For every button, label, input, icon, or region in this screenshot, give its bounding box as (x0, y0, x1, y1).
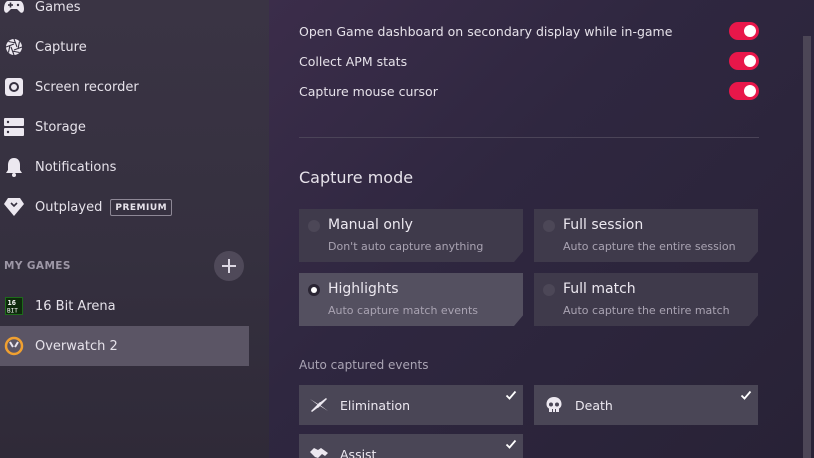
event-death[interactable]: Death (534, 385, 758, 425)
auto-captured-events-heading: Auto captured events (299, 358, 429, 372)
mode-full-match[interactable]: Full match Auto capture the entire match (534, 273, 758, 326)
svg-text:BIT: BIT (7, 308, 18, 315)
event-label: Assist (340, 446, 377, 458)
sidebar-item-label: Capture (35, 39, 87, 55)
event-label: Death (575, 397, 613, 413)
sidebar-item-label: Notifications (35, 159, 117, 175)
crossed-guns-icon (308, 394, 330, 416)
toggle-row-apm-stats: Collect APM stats (299, 50, 759, 72)
sidebar-item-capture[interactable]: Capture (0, 27, 249, 67)
sidebar-item-label: Screen recorder (35, 79, 139, 95)
toggle-row-secondary-display: Open Game dashboard on secondary display… (299, 20, 759, 42)
sidebar-item-label: Games (35, 0, 81, 15)
plus-icon (222, 259, 236, 273)
scrollbar[interactable] (803, 36, 811, 458)
radio-button[interactable] (308, 220, 320, 232)
overwatch-icon (4, 336, 24, 356)
sidebar-item-games[interactable]: Games (0, 0, 249, 27)
game-item-overwatch-2[interactable]: Overwatch 2 (0, 326, 249, 366)
record-icon (4, 77, 24, 97)
sidebar-item-outplayed[interactable]: Outplayed PREMIUM (0, 187, 249, 227)
checkmark-icon (505, 439, 517, 449)
toggle-label: Capture mouse cursor (299, 83, 438, 99)
mode-title: Full match (563, 281, 636, 297)
aperture-icon (4, 37, 24, 57)
mode-manual-only[interactable]: Manual only Don't auto capture anything (299, 209, 523, 262)
premium-badge: PREMIUM (110, 198, 173, 216)
radio-button-selected[interactable] (308, 284, 320, 296)
event-assist[interactable]: Assist (299, 434, 523, 458)
mode-title: Full session (563, 217, 644, 233)
checkmark-icon (505, 390, 517, 400)
toggle-label: Collect APM stats (299, 53, 408, 69)
my-games-heading: MY GAMES (4, 260, 71, 272)
sidebar-item-label: Outplayed (35, 199, 103, 215)
divider (299, 137, 759, 138)
checkmark-icon (740, 390, 752, 400)
settings-panel: Open Game dashboard on secondary display… (269, 0, 814, 458)
capture-mode-heading: Capture mode (299, 168, 414, 187)
mode-title: Manual only (328, 217, 413, 233)
mode-subtitle: Auto capture the entire match (563, 304, 730, 317)
sidebar: Games Capture Screen recorder Storage No… (0, 0, 269, 458)
storage-icon (4, 117, 24, 137)
add-game-button[interactable] (214, 251, 244, 281)
sidebar-item-storage[interactable]: Storage (0, 107, 249, 147)
game-item-16-bit-arena[interactable]: 16 BIT 16 Bit Arena (0, 286, 249, 326)
radio-button[interactable] (543, 220, 555, 232)
toggle-row-mouse-cursor: Capture mouse cursor (299, 80, 759, 102)
mode-subtitle: Auto capture the entire session (563, 240, 736, 253)
bell-icon (4, 157, 24, 177)
radio-button[interactable] (543, 284, 555, 296)
event-elimination[interactable]: Elimination (299, 385, 523, 425)
gamepad-icon (4, 0, 24, 17)
sidebar-item-notifications[interactable]: Notifications (0, 147, 249, 187)
mouse-cursor-toggle[interactable] (729, 82, 759, 100)
mode-subtitle: Don't auto capture anything (328, 240, 484, 253)
sidebar-item-label: Storage (35, 119, 86, 135)
mode-highlights[interactable]: Highlights Auto capture match events (299, 273, 523, 326)
16bit-arena-icon: 16 BIT (4, 296, 24, 316)
sidebar-item-screen-recorder[interactable]: Screen recorder (0, 67, 249, 107)
mode-subtitle: Auto capture match events (328, 304, 478, 317)
toggle-label: Open Game dashboard on secondary display… (299, 23, 673, 39)
secondary-display-toggle[interactable] (729, 22, 759, 40)
game-item-label: Overwatch 2 (35, 338, 118, 354)
event-label: Elimination (340, 397, 411, 413)
handshake-icon (308, 443, 330, 458)
apm-stats-toggle[interactable] (729, 52, 759, 70)
mode-full-session[interactable]: Full session Auto capture the entire ses… (534, 209, 758, 262)
skull-icon (543, 394, 565, 416)
game-item-label: 16 Bit Arena (35, 298, 116, 314)
outplayed-diamond-icon (4, 197, 24, 217)
svg-text:16: 16 (8, 299, 16, 307)
mode-title: Highlights (328, 281, 399, 297)
